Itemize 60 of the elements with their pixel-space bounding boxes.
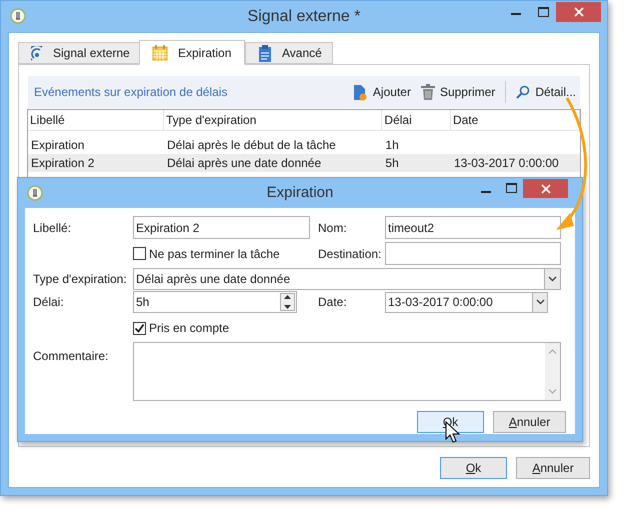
dialog-button[interactable]: Annuler — [516, 457, 590, 479]
close-button[interactable] — [556, 2, 601, 22]
dialog-button[interactable]: Annuler — [493, 411, 566, 433]
calendar-icon — [152, 44, 168, 60]
caret-icon — [536, 299, 544, 305]
column-header[interactable]: Type d'expiration — [164, 110, 382, 130]
app-icon — [27, 185, 43, 201]
field-label: Nom: — [318, 220, 348, 236]
tab[interactable]: Signal externe — [18, 42, 140, 64]
table-cell: 1h — [385, 138, 399, 152]
table-cell: Expiration 2 — [31, 156, 94, 170]
table-row[interactable]: Expiration Délai après le début de la tâche 1h — [28, 136, 580, 154]
date-dropdown[interactable]: 13-03-2017 0:00:00 — [385, 292, 548, 312]
maximize-icon[interactable] — [506, 183, 517, 193]
field-label: Date: — [318, 294, 348, 311]
table-cell: Expiration — [31, 138, 84, 152]
trash-icon — [420, 84, 435, 100]
clipboard-icon — [258, 44, 272, 62]
toolbar-button[interactable]: Ajouter — [352, 80, 411, 104]
field-label: Type d'expiration: — [33, 271, 128, 288]
tab[interactable]: Expiration — [139, 40, 245, 65]
field-label: Délai: — [33, 294, 65, 311]
checkmark-icon — [134, 322, 145, 334]
toolbar-button[interactable]: Détail... — [516, 80, 576, 104]
table-cell: 13-03-2017 0:00:00 — [454, 156, 559, 170]
table-cell: Délai après une date donnée — [167, 156, 322, 170]
dialog-button[interactable]: Ok — [440, 457, 507, 479]
field-label: Destination: — [318, 246, 382, 262]
tab[interactable]: Avancé — [245, 42, 333, 64]
spinner-arrows-icon — [284, 295, 291, 309]
maximize-icon[interactable] — [538, 7, 549, 17]
add-document-icon — [352, 84, 368, 100]
field-label: Commentaire: — [33, 348, 110, 365]
checkbox[interactable]: Pris en compte — [133, 319, 230, 337]
input-field[interactable]: timeout2 — [385, 216, 561, 239]
section-title: Evénements sur expiration de délais — [34, 84, 228, 101]
caret-icon — [548, 276, 557, 282]
input-field[interactable] — [385, 242, 561, 265]
window-title: Signal externe * — [248, 8, 360, 24]
close-button[interactable] — [523, 179, 568, 198]
column-header[interactable]: Date — [450, 110, 580, 130]
minimize-icon[interactable] — [481, 191, 491, 194]
signal-waves-icon — [31, 46, 43, 60]
dropdown[interactable]: Délai après une date donnée — [133, 268, 561, 290]
table-cell: 5h — [385, 156, 399, 170]
toolbar-button[interactable]: Supprimer — [420, 80, 496, 104]
table-cell: Délai après le début de la tâche — [167, 138, 336, 152]
search-icon — [516, 85, 530, 99]
column-header[interactable]: Libellé — [28, 110, 164, 130]
close-icon — [540, 184, 550, 194]
minimize-icon[interactable] — [511, 13, 521, 16]
checkbox[interactable]: Ne pas terminer la tâche — [133, 244, 318, 262]
dialog-title: Expiration — [266, 184, 334, 201]
spin-field[interactable]: 5h — [133, 291, 297, 313]
column-header[interactable]: Délai — [382, 110, 451, 130]
close-icon — [574, 7, 584, 17]
table-row[interactable]: Expiration 2 Délai après une date donnée 5h 13-03-2017 0:00:00 — [28, 154, 580, 172]
field-label: Libellé: — [33, 220, 72, 236]
input-field[interactable]: Expiration 2 — [133, 216, 310, 239]
app-icon — [10, 8, 26, 24]
